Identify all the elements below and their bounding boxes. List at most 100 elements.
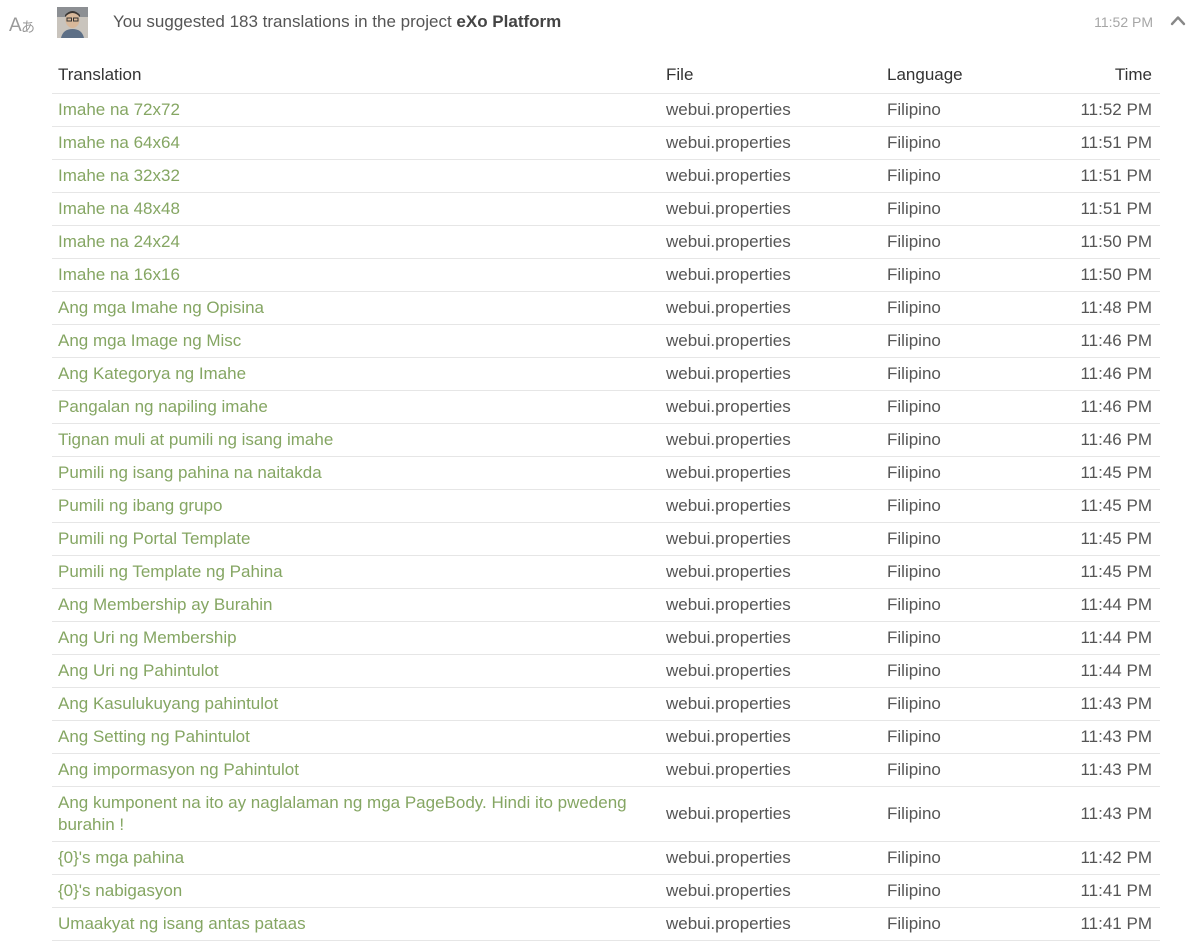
translation-link[interactable]: Ang Uri ng Pahintulot bbox=[58, 661, 219, 680]
translation-cell: Imahe na 48x48 bbox=[52, 192, 660, 226]
table-row: Imahe na 24x24 webui.properties Filipino 11… bbox=[52, 225, 1160, 259]
time-cell: 11:46 PM bbox=[1031, 324, 1160, 358]
translation-cell: Ang Kategorya ng Imahe bbox=[52, 357, 660, 391]
table-row: Ang Setting ng Pahintulot webui.propertie… bbox=[52, 720, 1160, 754]
translation-link[interactable]: Umaakyat ng isang antas pataas bbox=[58, 914, 306, 933]
translation-link[interactable]: Ang mga Image ng Misc bbox=[58, 331, 241, 350]
translation-link[interactable]: Ang impormasyon ng Pahintulot bbox=[58, 760, 299, 779]
time-cell: 11:51 PM bbox=[1031, 159, 1160, 193]
file-cell: webui.properties bbox=[660, 225, 881, 259]
file-cell: webui.properties bbox=[660, 357, 881, 391]
translation-link[interactable]: Imahe na 64x64 bbox=[58, 133, 180, 152]
translation-cell: Pumili ng Template ng Pahina bbox=[52, 555, 660, 589]
activity-time: 11:52 PM bbox=[1094, 14, 1153, 30]
translation-link[interactable]: Ang Uri ng Membership bbox=[58, 628, 237, 647]
table-row: Ang kumponent na ito ay naglalaman ng mg… bbox=[52, 786, 1160, 842]
project-name[interactable]: eXo Platform bbox=[456, 12, 561, 31]
table-row: Tignan muli at pumili ng isang imahe webu… bbox=[52, 423, 1160, 457]
language-cell: Filipino bbox=[881, 489, 1031, 523]
time-cell: 11:41 PM bbox=[1031, 907, 1160, 941]
avatar[interactable] bbox=[57, 7, 88, 38]
time-cell: 11:42 PM bbox=[1031, 841, 1160, 875]
column-header-file: File bbox=[660, 57, 881, 94]
svg-text:あ: あ bbox=[21, 20, 35, 36]
table-row: Umaakyat ng isang antas pataas webui.prop… bbox=[52, 907, 1160, 941]
translations-table: Translation File Language Time Imahe na … bbox=[52, 57, 1160, 941]
translation-cell: Umaakyat ng isang antas pataas bbox=[52, 907, 660, 941]
translation-link[interactable]: {0}'s mga pahina bbox=[58, 848, 184, 867]
file-cell: webui.properties bbox=[660, 687, 881, 721]
time-cell: 11:45 PM bbox=[1031, 456, 1160, 490]
time-cell: 11:43 PM bbox=[1031, 753, 1160, 787]
translation-link[interactable]: Imahe na 72x72 bbox=[58, 100, 180, 119]
translation-cell: Imahe na 24x24 bbox=[52, 225, 660, 259]
translation-link[interactable]: Pumili ng ibang grupo bbox=[58, 496, 222, 515]
table-row: Ang impormasyon ng Pahintulot webui.prope… bbox=[52, 753, 1160, 787]
time-cell: 11:41 PM bbox=[1031, 874, 1160, 908]
table-row: {0}'s nabigasyon webui.properties Filipino… bbox=[52, 874, 1160, 908]
column-header-translation: Translation bbox=[52, 57, 660, 94]
time-cell: 11:43 PM bbox=[1031, 786, 1160, 842]
time-cell: 11:46 PM bbox=[1031, 423, 1160, 457]
time-cell: 11:43 PM bbox=[1031, 720, 1160, 754]
language-cell: Filipino bbox=[881, 687, 1031, 721]
translation-cell: Pangalan ng napiling imahe bbox=[52, 390, 660, 424]
translation-link[interactable]: Pumili ng Portal Template bbox=[58, 529, 250, 548]
language-cell: Filipino bbox=[881, 225, 1031, 259]
translation-cell: Imahe na 64x64 bbox=[52, 126, 660, 160]
translation-link[interactable]: Imahe na 48x48 bbox=[58, 199, 180, 218]
translation-cell: Ang Uri ng Pahintulot bbox=[52, 654, 660, 688]
translation-link[interactable]: Ang Membership ay Burahin bbox=[58, 595, 273, 614]
translation-link[interactable]: Pangalan ng napiling imahe bbox=[58, 397, 268, 416]
translation-link[interactable]: Ang mga Imahe ng Opisina bbox=[58, 298, 264, 317]
translation-link[interactable]: Imahe na 32x32 bbox=[58, 166, 180, 185]
language-cell: Filipino bbox=[881, 874, 1031, 908]
file-cell: webui.properties bbox=[660, 291, 881, 325]
translation-link[interactable]: Ang kumponent na ito ay naglalaman ng mg… bbox=[58, 793, 627, 834]
language-cell: Filipino bbox=[881, 841, 1031, 875]
table-header-row: Translation File Language Time bbox=[52, 57, 1160, 94]
activity-summary: You suggested 183 translations in the pr… bbox=[113, 12, 561, 32]
file-cell: webui.properties bbox=[660, 390, 881, 424]
summary-text: You suggested 183 translations in the pr… bbox=[113, 12, 452, 31]
table-row: Ang mga Image ng Misc webui.properties Fil… bbox=[52, 324, 1160, 358]
translation-cell: Ang mga Image ng Misc bbox=[52, 324, 660, 358]
chevron-up-icon[interactable] bbox=[1168, 12, 1188, 30]
language-cell: Filipino bbox=[881, 654, 1031, 688]
translation-link[interactable]: Ang Kategorya ng Imahe bbox=[58, 364, 246, 383]
translation-cell: Ang impormasyon ng Pahintulot bbox=[52, 753, 660, 787]
translation-link[interactable]: Ang Kasulukuyang pahintulot bbox=[58, 694, 278, 713]
translation-link[interactable]: Imahe na 24x24 bbox=[58, 232, 180, 251]
file-cell: webui.properties bbox=[660, 258, 881, 292]
file-cell: webui.properties bbox=[660, 841, 881, 875]
translation-link[interactable]: Imahe na 16x16 bbox=[58, 265, 180, 284]
table-row: Pumili ng isang pahina na naitakda webui.… bbox=[52, 456, 1160, 490]
translation-link[interactable]: Ang Setting ng Pahintulot bbox=[58, 727, 250, 746]
table-body: Imahe na 72x72 webui.properties Filipino 11… bbox=[52, 93, 1160, 941]
file-cell: webui.properties bbox=[660, 192, 881, 226]
translate-icon: A あ bbox=[8, 10, 38, 36]
translation-link[interactable]: Pumili ng Template ng Pahina bbox=[58, 562, 283, 581]
language-cell: Filipino bbox=[881, 357, 1031, 391]
translation-cell: {0}'s nabigasyon bbox=[52, 874, 660, 908]
table-row: Imahe na 16x16 webui.properties Filipino 11… bbox=[52, 258, 1160, 292]
translation-cell: Imahe na 72x72 bbox=[52, 93, 660, 127]
translation-link[interactable]: {0}'s nabigasyon bbox=[58, 881, 182, 900]
file-cell: webui.properties bbox=[660, 907, 881, 941]
time-cell: 11:45 PM bbox=[1031, 489, 1160, 523]
column-header-language: Language bbox=[881, 57, 1031, 94]
translation-cell: Pumili ng Portal Template bbox=[52, 522, 660, 556]
translation-link[interactable]: Pumili ng isang pahina na naitakda bbox=[58, 463, 322, 482]
time-cell: 11:45 PM bbox=[1031, 522, 1160, 556]
time-cell: 11:48 PM bbox=[1031, 291, 1160, 325]
table-row: Pumili ng Template ng Pahina webui.proper… bbox=[52, 555, 1160, 589]
table-row: Imahe na 72x72 webui.properties Filipino 11… bbox=[52, 93, 1160, 127]
table-row: Ang Uri ng Pahintulot webui.properties Fil… bbox=[52, 654, 1160, 688]
language-cell: Filipino bbox=[881, 423, 1031, 457]
time-cell: 11:51 PM bbox=[1031, 126, 1160, 160]
table-row: Imahe na 48x48 webui.properties Filipino 11… bbox=[52, 192, 1160, 226]
translation-cell: Pumili ng ibang grupo bbox=[52, 489, 660, 523]
translation-link[interactable]: Tignan muli at pumili ng isang imahe bbox=[58, 430, 333, 449]
file-cell: webui.properties bbox=[660, 159, 881, 193]
translation-cell: Imahe na 32x32 bbox=[52, 159, 660, 193]
